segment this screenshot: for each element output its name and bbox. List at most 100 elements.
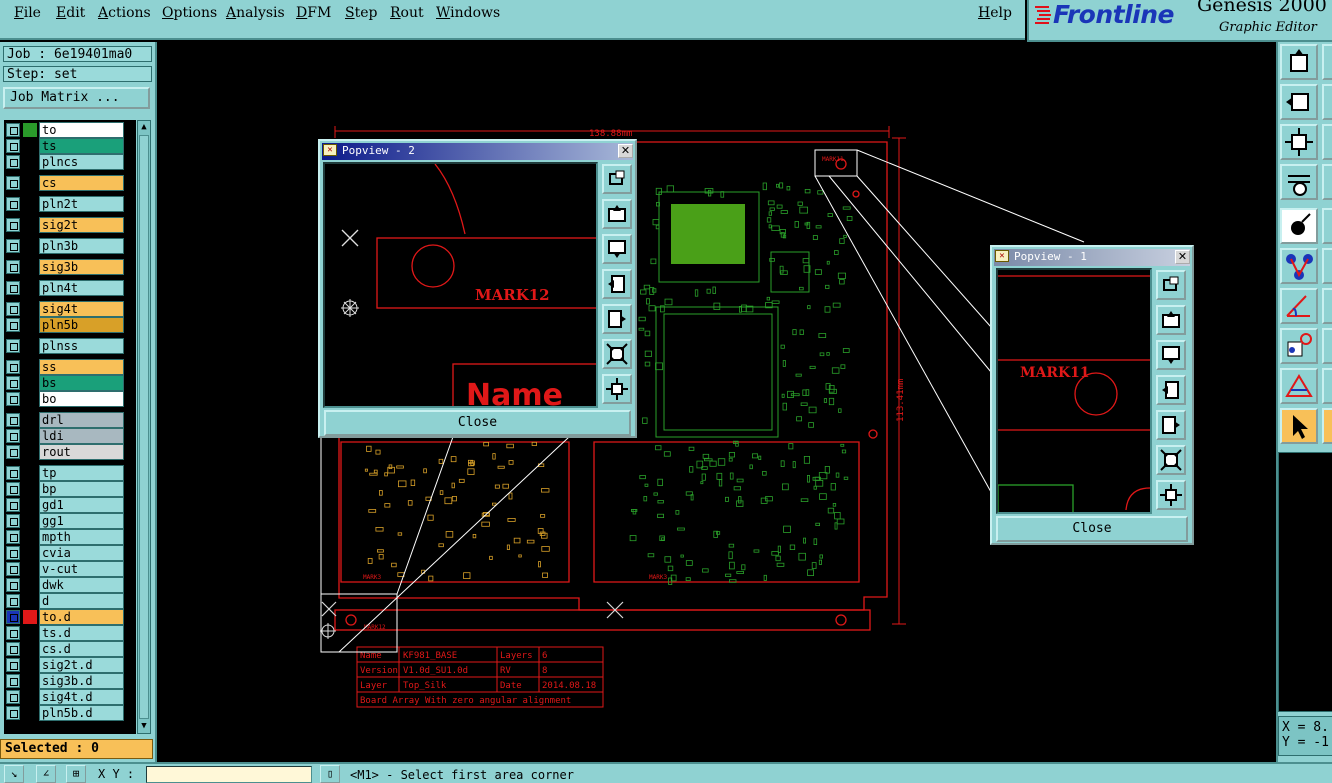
layer-row[interactable]: pln3b: [4, 238, 128, 254]
layer-row[interactable]: drl: [4, 412, 128, 428]
layer-row[interactable]: gd1: [4, 497, 128, 513]
toolbar-button-partial[interactable]: [1322, 288, 1332, 324]
zoom-in-icon[interactable]: [602, 339, 632, 369]
popview-2-close-button[interactable]: Close: [324, 410, 631, 436]
zoom-out-icon[interactable]: [1156, 480, 1186, 510]
layer-checkbox[interactable]: [6, 360, 20, 374]
layer-checkbox[interactable]: [6, 318, 20, 332]
layer-color-swatch[interactable]: [23, 530, 37, 544]
layer-color-swatch[interactable]: [23, 562, 37, 576]
layer-name[interactable]: pln5b: [39, 317, 124, 333]
layer-name[interactable]: sig3b.d: [39, 673, 124, 689]
layer-row[interactable]: pln5b: [4, 317, 128, 333]
layer-name[interactable]: drl: [39, 412, 124, 428]
job-matrix-button[interactable]: Job Matrix ...: [3, 87, 150, 109]
fit-view-icon[interactable]: [1280, 124, 1318, 160]
layer-row[interactable]: cvia: [4, 545, 128, 561]
layer-checkbox[interactable]: [6, 376, 20, 390]
layer-row[interactable]: tp: [4, 465, 128, 481]
layer-checkbox[interactable]: [6, 514, 20, 528]
layer-checkbox[interactable]: [6, 706, 20, 720]
pan-left-icon[interactable]: [602, 269, 632, 299]
pan-right-icon[interactable]: [602, 304, 632, 334]
xy-input[interactable]: [146, 766, 312, 783]
toolbar-button-partial[interactable]: [1322, 84, 1332, 120]
toolbar-button-partial[interactable]: [1322, 124, 1332, 160]
layer-name[interactable]: mpth: [39, 529, 124, 545]
zoom-box-tool-icon[interactable]: [1156, 270, 1186, 300]
pan-right-icon[interactable]: [1156, 410, 1186, 440]
layer-row[interactable]: pln2t: [4, 196, 128, 212]
layer-checkbox[interactable]: [6, 626, 20, 640]
scrollbar-thumb[interactable]: [139, 135, 149, 719]
layer-checkbox[interactable]: [6, 155, 20, 169]
menu-rout[interactable]: Rout: [390, 5, 424, 21]
layer-name[interactable]: gg1: [39, 513, 124, 529]
popview-1-titlebar[interactable]: Popview - 1: [994, 249, 1190, 266]
layer-name[interactable]: bp: [39, 481, 124, 497]
popview-2-window[interactable]: Popview - 2 ✕ ✕ MARK12 Name Close: [318, 139, 637, 438]
layer-checkbox[interactable]: [6, 658, 20, 672]
layer-name[interactable]: d: [39, 593, 124, 609]
layer-name[interactable]: bs: [39, 375, 124, 391]
layer-checkbox[interactable]: [6, 530, 20, 544]
layer-name[interactable]: pln5b.d: [39, 705, 124, 721]
layer-name[interactable]: ss: [39, 359, 124, 375]
layer-name[interactable]: pln4t: [39, 280, 124, 296]
layer-row[interactable]: mpth: [4, 529, 128, 545]
layer-row[interactable]: ts.d: [4, 625, 128, 641]
layer-color-swatch[interactable]: [23, 318, 37, 332]
layer-row[interactable]: cs.d: [4, 641, 128, 657]
layer-checkbox[interactable]: [6, 123, 20, 137]
layer-color-swatch[interactable]: [23, 360, 37, 374]
layer-name[interactable]: pln2t: [39, 196, 124, 212]
layer-checkbox[interactable]: [6, 139, 20, 153]
layer-name[interactable]: pln3b: [39, 238, 124, 254]
layer-color-swatch[interactable]: [23, 498, 37, 512]
layer-row[interactable]: ss: [4, 359, 128, 375]
tools-icon[interactable]: [1280, 164, 1318, 200]
layer-color-swatch[interactable]: [23, 690, 37, 704]
layer-checkbox[interactable]: [6, 218, 20, 232]
layer-checkbox[interactable]: [6, 302, 20, 316]
layer-color-swatch[interactable]: [23, 626, 37, 640]
layer-list-scrollbar[interactable]: ▲ ▼: [137, 120, 151, 734]
toolbar-button-partial[interactable]: [1322, 328, 1332, 364]
grid-icon[interactable]: ⊞: [66, 765, 86, 783]
layer-row[interactable]: sig2t: [4, 217, 128, 233]
popview-1-window[interactable]: Popview - 1 ✕ ✕ MARK11 Close: [990, 245, 1194, 545]
layer-name[interactable]: sig4t.d: [39, 689, 124, 705]
layer-color-swatch[interactable]: [23, 281, 37, 295]
popview-2-close-icon[interactable]: ✕: [618, 144, 633, 158]
layer-color-swatch[interactable]: [23, 392, 37, 406]
layer-color-swatch[interactable]: [23, 339, 37, 353]
layer-name[interactable]: dwk: [39, 577, 124, 593]
feature-select-icon[interactable]: [1280, 208, 1318, 244]
layer-name[interactable]: v-cut: [39, 561, 124, 577]
layer-row[interactable]: bo: [4, 391, 128, 407]
layer-color-swatch[interactable]: [23, 197, 37, 211]
layer-name[interactable]: sig3b: [39, 259, 124, 275]
layer-name[interactable]: cs.d: [39, 641, 124, 657]
angle-icon[interactable]: ∠: [36, 765, 56, 783]
layer-color-swatch[interactable]: [23, 594, 37, 608]
display-left-icon[interactable]: [1280, 84, 1318, 120]
layer-checkbox[interactable]: [6, 197, 20, 211]
zoom-in-icon[interactable]: [1156, 445, 1186, 475]
menu-options[interactable]: Options: [162, 5, 217, 21]
layer-row[interactable]: sig3b: [4, 259, 128, 275]
layer-color-swatch[interactable]: [23, 466, 37, 480]
layer-row[interactable]: ts: [4, 138, 128, 154]
layer-row[interactable]: to: [4, 122, 128, 138]
pan-up-icon[interactable]: [602, 199, 632, 229]
layer-color-swatch[interactable]: [23, 302, 37, 316]
menu-edit[interactable]: Edit: [56, 5, 85, 21]
pan-down-icon[interactable]: [1156, 340, 1186, 370]
popview-1-close-button[interactable]: Close: [996, 516, 1188, 542]
layer-color-swatch[interactable]: [23, 429, 37, 443]
layer-color-swatch[interactable]: [23, 674, 37, 688]
layer-row[interactable]: pln4t: [4, 280, 128, 296]
layer-row[interactable]: pln5b.d: [4, 705, 128, 721]
layer-row[interactable]: bs: [4, 375, 128, 391]
layer-name[interactable]: cs: [39, 175, 124, 191]
